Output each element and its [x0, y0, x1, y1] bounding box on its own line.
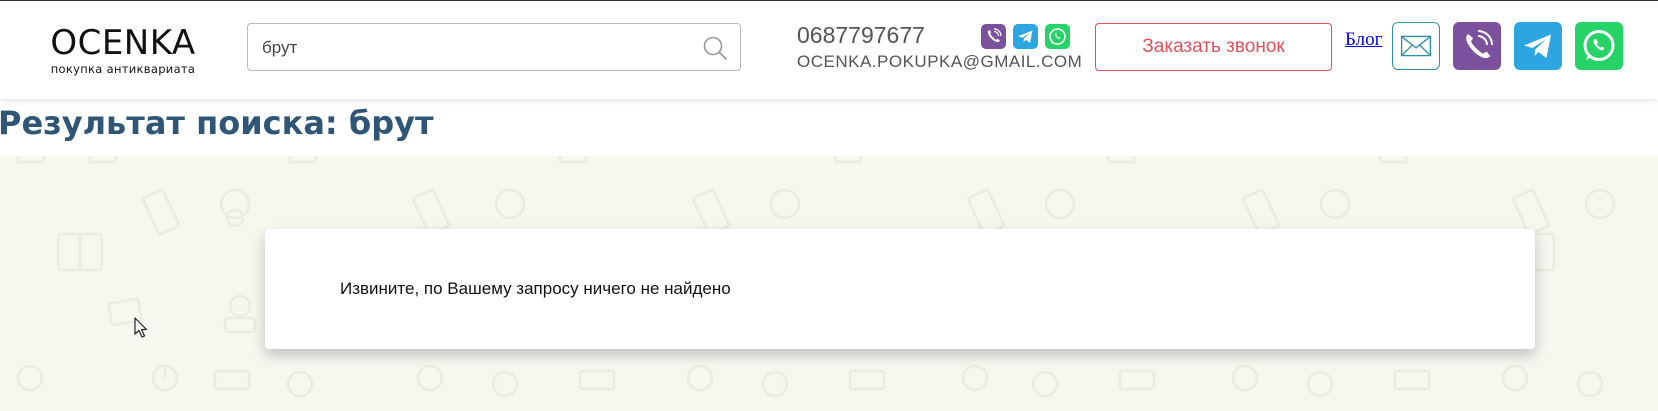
search-input[interactable] — [260, 24, 684, 72]
cursor-icon — [134, 317, 148, 338]
telegram-icon[interactable] — [1514, 22, 1562, 70]
viber-icon[interactable] — [1453, 22, 1501, 70]
search-box — [247, 23, 741, 72]
search-icon[interactable] — [702, 35, 728, 61]
page-title: Результат поиска: брут — [0, 104, 434, 142]
logo[interactable]: OCENKA покупка антиквариата — [42, 23, 204, 75]
whatsapp-icon[interactable] — [1045, 24, 1070, 49]
logo-tagline: покупка антиквариата — [50, 62, 196, 76]
site-header: OCENKA покупка антиквариата 0687797677 O… — [0, 0, 1658, 99]
contact-email[interactable]: OCENKA.POKUPKA@GMAIL.COM — [797, 52, 1082, 72]
viber-icon[interactable] — [981, 24, 1006, 49]
search-results-card: Извините, по Вашему запросу ничего не на… — [265, 229, 1535, 349]
mail-icon[interactable] — [1392, 22, 1440, 70]
no-results-message: Извините, по Вашему запросу ничего не на… — [340, 279, 731, 298]
telegram-icon[interactable] — [1013, 24, 1038, 49]
logo-name: OCENKA — [50, 23, 196, 63]
blog-link[interactable]: Блог — [1345, 29, 1382, 51]
order-call-button[interactable]: Заказать звонок — [1095, 23, 1332, 71]
whatsapp-icon[interactable] — [1575, 22, 1623, 70]
contact-phone[interactable]: 0687797677 — [797, 21, 925, 49]
